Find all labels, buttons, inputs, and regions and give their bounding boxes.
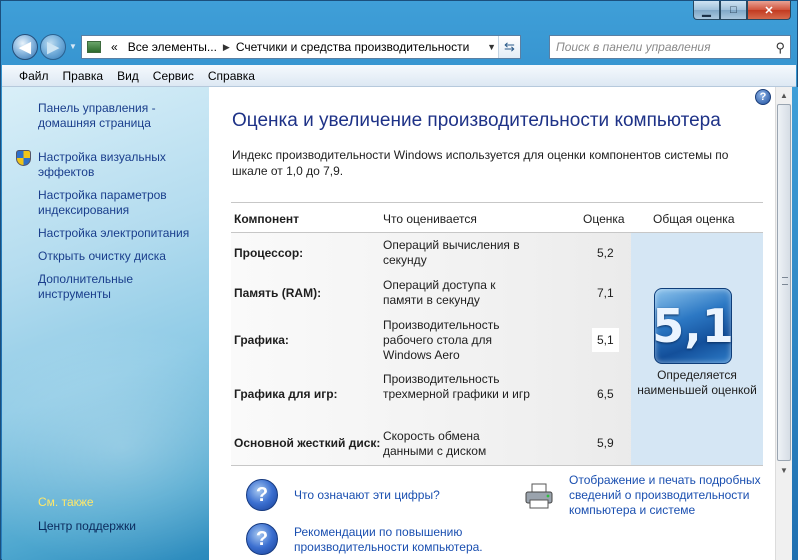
page-title: Оценка и увеличение производительности к… — [232, 110, 721, 131]
shield-icon — [16, 150, 31, 166]
window-border — [792, 87, 798, 560]
menu-view[interactable]: Вид — [110, 69, 146, 83]
help-question-icon: ? — [246, 523, 278, 555]
scrollbar-thumb[interactable] — [777, 104, 791, 461]
base-score-badge: 5,1 — [652, 288, 734, 364]
recent-pages-dropdown-icon[interactable]: ▼ — [69, 42, 77, 51]
window-frame: ▁ □ ✕ ◀ ▶ ▼ « Все элементы... ▶ Счетчики… — [0, 0, 798, 560]
print-details-link[interactable]: Отображение и печать подробных сведений … — [569, 473, 769, 518]
column-component: Компонент — [234, 212, 299, 226]
row-name: Основной жесткий диск: — [234, 436, 381, 450]
address-dropdown-icon[interactable]: ▼ — [487, 42, 496, 52]
search-icon[interactable]: ⚲ — [775, 40, 785, 56]
help-button[interactable]: ? — [755, 89, 771, 105]
task-pane: Панель управления - домашняя страница На… — [2, 87, 209, 560]
support-center-link[interactable]: Центр поддержки — [38, 519, 136, 533]
scroll-down-icon[interactable]: ▼ — [776, 462, 792, 479]
column-what: Что оценивается — [383, 212, 477, 226]
row-score: 5,9 — [597, 436, 614, 450]
menu-edit[interactable]: Правка — [56, 69, 111, 83]
address-bar[interactable]: « Все элементы... ▶ Счетчики и средства … — [81, 35, 521, 59]
table-row: Графика: Производительность рабочего сто… — [231, 313, 631, 366]
row-name: Процессор: — [234, 246, 304, 260]
scores-table-header: Компонент Что оценивается Оценка Общая о… — [231, 202, 763, 233]
scrollbar-grip — [782, 277, 788, 285]
column-score: Оценка — [583, 212, 625, 226]
base-score-caption: Определяется наименьшей оценкой — [637, 368, 757, 397]
refresh-button[interactable]: ⇆ — [498, 36, 520, 58]
caption-buttons: ▁ □ ✕ — [693, 1, 791, 20]
row-what: Производительность трехмерной графики и … — [383, 372, 530, 401]
row-score-lowest: 5,1 — [592, 328, 619, 352]
page-description: Индекс производительности Windows исполь… — [232, 148, 729, 178]
scroll-up-icon[interactable]: ▲ — [776, 87, 792, 104]
row-what: Операций доступа к памяти в секунду — [383, 278, 496, 307]
row-name: Графика для игр: — [234, 387, 338, 401]
row-score: 6,5 — [597, 387, 614, 401]
breadcrumb-performance[interactable]: Счетчики и средства производительности — [236, 40, 469, 54]
what-numbers-link[interactable]: Что означают эти цифры? — [294, 488, 440, 503]
forward-button[interactable]: ▶ — [40, 34, 66, 60]
table-row: Процессор: Операций вычисления в секунду… — [231, 233, 631, 273]
help-question-icon: ? — [246, 479, 278, 511]
menu-tools[interactable]: Сервис — [146, 69, 201, 83]
row-name: Память (RAM): — [234, 286, 322, 300]
navigation-bar: ◀ ▶ ▼ « Все элементы... ▶ Счетчики и сре… — [9, 32, 791, 62]
sidebar-link-visual-effects[interactable]: Настройка визуальных эффектов — [38, 150, 203, 180]
address-prefix[interactable]: « — [111, 40, 118, 54]
search-input[interactable] — [556, 40, 766, 54]
menu-help[interactable]: Справка — [201, 69, 262, 83]
control-panel-icon — [87, 41, 101, 53]
row-what: Операций вычисления в секунду — [383, 238, 520, 267]
back-button[interactable]: ◀ — [12, 34, 38, 60]
main-content: ? Оценка и увеличение производительности… — [209, 87, 775, 560]
row-score: 7,1 — [597, 286, 614, 300]
sidebar-link-advanced-tools[interactable]: Дополнительные инструменты — [38, 272, 203, 302]
sidebar-link-indexing[interactable]: Настройка параметров индексирования — [38, 188, 203, 218]
table-row: Основной жесткий диск: Скорость обмена д… — [231, 419, 631, 465]
row-what: Производительность рабочего стола для Wi… — [383, 318, 500, 362]
vertical-scrollbar[interactable]: ▲ ▼ — [775, 87, 792, 560]
column-overall: Общая оценка — [653, 212, 735, 226]
sidebar-link-disk-cleanup[interactable]: Открыть очистку диска — [38, 249, 203, 264]
minimize-button[interactable]: ▁ — [693, 1, 720, 20]
close-button[interactable]: ✕ — [747, 1, 791, 20]
scores-table: Процессор: Операций вычисления в секунду… — [231, 233, 763, 466]
breadcrumb-separator-icon[interactable]: ▶ — [223, 42, 230, 53]
table-row: Графика для игр: Производительность трех… — [231, 366, 631, 419]
menu-file[interactable]: Файл — [12, 69, 56, 83]
breadcrumb-all-items[interactable]: Все элементы... — [128, 40, 217, 54]
search-box: ⚲ — [549, 35, 791, 59]
printer-icon — [525, 483, 553, 509]
sidebar-link-home[interactable]: Панель управления - домашняя страница — [38, 101, 203, 131]
sidebar-link-power[interactable]: Настройка электропитания — [38, 226, 203, 241]
menu-bar: Файл Правка Вид Сервис Справка — [2, 65, 796, 87]
maximize-button[interactable]: □ — [720, 1, 747, 20]
see-also-heading: См. также — [38, 495, 94, 509]
table-row: Память (RAM): Операций доступа к памяти … — [231, 273, 631, 313]
row-what: Скорость обмена данными с диском — [383, 429, 487, 458]
recommendations-link[interactable]: Рекомендации по повышению производительн… — [294, 525, 504, 555]
row-score: 5,2 — [597, 246, 614, 260]
row-name: Графика: — [234, 333, 289, 347]
